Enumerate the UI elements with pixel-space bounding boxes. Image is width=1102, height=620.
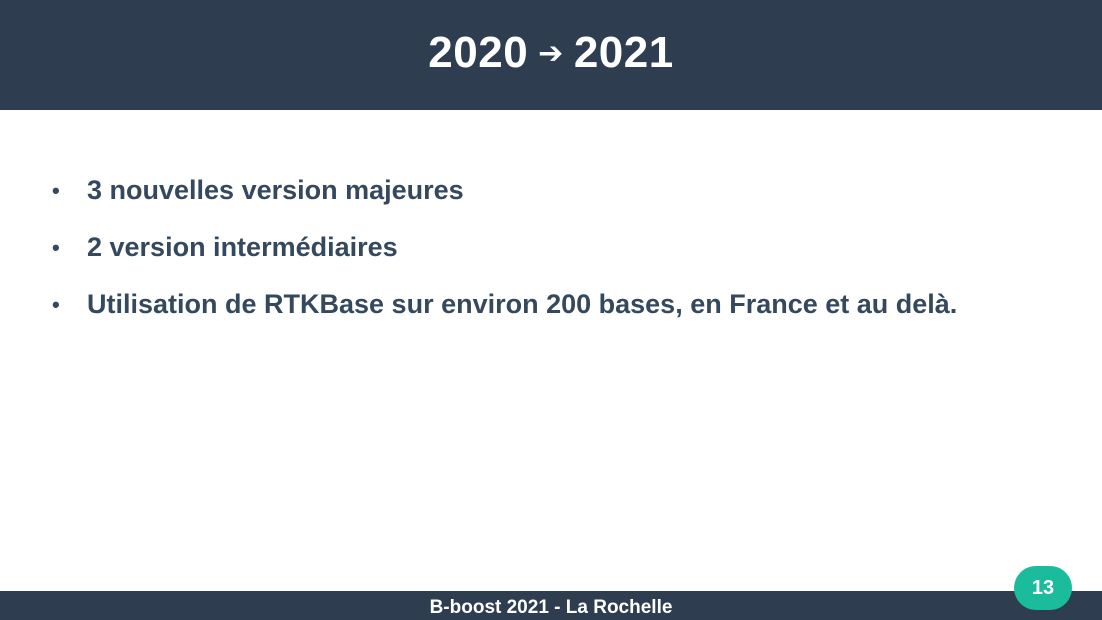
right-arrow-icon: ➔	[538, 36, 564, 70]
bullet-icon: •	[52, 177, 60, 203]
bullet-icon: •	[52, 291, 60, 317]
bullet-text: Utilisation de RTKBase sur environ 200 b…	[87, 289, 958, 319]
list-item: • Utilisation de RTKBase sur environ 200…	[52, 276, 957, 333]
bullet-text: 3 nouvelles version majeures	[87, 175, 464, 205]
page-number-badge: 13	[1014, 566, 1072, 610]
list-item: • 2 version intermédiaires	[52, 219, 957, 276]
title-from-year: 2020	[428, 28, 529, 77]
title-bar: 2020 ➔ 2021	[0, 0, 1102, 110]
title-to-year: 2021	[573, 28, 674, 77]
footer-text: B-boost 2021 - La Rochelle	[429, 596, 673, 618]
slide: 2020 ➔ 2021 • 3 nouvelles version majeur…	[0, 0, 1102, 620]
footer-bar: B-boost 2021 - La Rochelle	[0, 591, 1102, 620]
bullet-icon: •	[52, 234, 60, 260]
list-item: • 3 nouvelles version majeures	[52, 162, 957, 219]
bullet-list: • 3 nouvelles version majeures • 2 versi…	[52, 162, 957, 333]
slide-title: 2020 ➔ 2021	[428, 28, 673, 78]
bullet-text: 2 version intermédiaires	[87, 232, 398, 262]
